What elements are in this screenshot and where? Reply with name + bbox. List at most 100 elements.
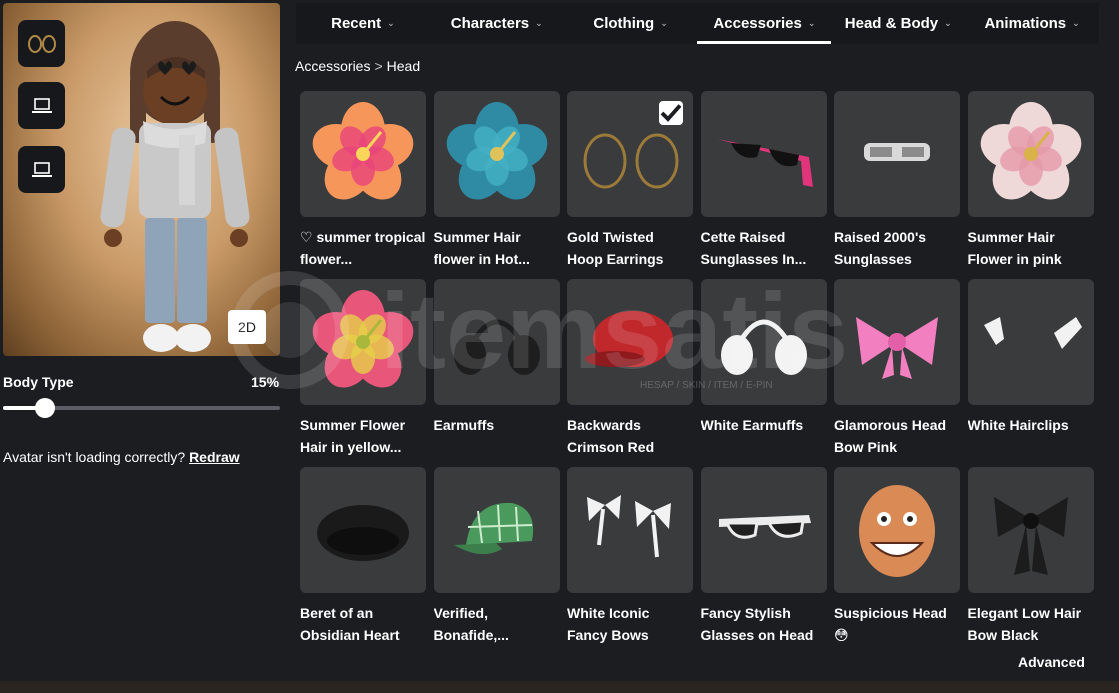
item-thumbnail[interactable]: [834, 279, 960, 405]
item-card[interactable]: Summer Flower Hair in yellow...: [300, 279, 426, 467]
item-name: Backwards Crimson Red: [567, 417, 655, 455]
item-name: Fancy Stylish Glasses on Head: [700, 605, 814, 643]
slider-thumb[interactable]: [34, 398, 55, 418]
item-name: Gold Twisted Hoop Earrings: [567, 229, 664, 267]
white-earmuffs-icon: [720, 319, 807, 375]
black-earmuffs-icon: [453, 319, 540, 375]
chevron-down-icon: ⌄: [387, 18, 395, 28]
item-name: White Hairclips: [967, 417, 1069, 433]
item-name: Summer Flower Hair in yellow...: [300, 417, 406, 455]
item-name: White Iconic Fancy Bows: [567, 605, 650, 643]
laptop-button-1[interactable]: [18, 82, 65, 129]
selected-check-icon[interactable]: [659, 101, 683, 125]
item-thumbnail[interactable]: [433, 467, 560, 593]
item-card[interactable]: Gold Twisted Hoop Earrings: [567, 91, 693, 279]
avatar-editor: 2D Body Type 15% Avatar isn't loading co…: [0, 0, 1119, 693]
item-name: Suspicious Head 😳: [834, 605, 947, 643]
item-card[interactable]: White Earmuffs: [700, 279, 827, 467]
item-name: Summer Hair Flower in pink: [967, 229, 1062, 267]
chevron-down-icon: ⌄: [660, 18, 668, 28]
redraw-link[interactable]: Redraw: [189, 449, 240, 465]
breadcrumb: Accessories > Head: [295, 58, 420, 74]
chevron-down-icon: ⌄: [535, 18, 543, 28]
toggle-2d-button[interactable]: 2D: [228, 310, 266, 344]
item-card[interactable]: Summer Hair flower in Hot...: [433, 91, 560, 279]
item-thumbnail[interactable]: [834, 467, 960, 593]
item-thumbnail[interactable]: [967, 91, 1094, 217]
laptop-icon: [31, 97, 52, 113]
item-thumbnail[interactable]: [567, 467, 693, 593]
item-name: Cette Raised Sunglasses In...: [700, 229, 807, 267]
breadcrumb-parent[interactable]: Accessories: [295, 58, 370, 74]
item-card[interactable]: Raised 2000's Sunglasses: [834, 91, 960, 279]
item-card[interactable]: Summer Hair Flower in pink: [967, 91, 1094, 279]
tab-recent[interactable]: Recent ⌄: [296, 3, 430, 44]
item-thumbnail[interactable]: [300, 279, 426, 405]
item-thumbnail[interactable]: [433, 91, 560, 217]
item-card[interactable]: Elegant Low Hair Bow Black: [967, 467, 1094, 655]
tab-label: Recent: [331, 15, 382, 32]
item-card[interactable]: Earmuffs: [433, 279, 560, 467]
item-card[interactable]: ♡ summer tropical flower...: [300, 91, 426, 279]
body-type-value: 15%: [251, 374, 280, 390]
chevron-down-icon: ⌄: [944, 18, 952, 28]
pink-bow-icon: [856, 317, 938, 379]
item-thumbnail[interactable]: [967, 467, 1094, 593]
blue-hibiscus-icon: [446, 102, 547, 200]
item-name: Beret of an Obsidian Heart: [300, 605, 400, 643]
item-thumbnail[interactable]: [300, 91, 426, 217]
body-type-label: Body Type: [3, 374, 74, 390]
item-thumbnail[interactable]: [834, 91, 960, 217]
hoop-earrings-icon: [27, 34, 56, 53]
black-beret-icon: [317, 505, 409, 561]
tab-label: Accessories: [713, 15, 802, 32]
tab-label: Animations: [984, 15, 1067, 32]
tab-label: Head & Body: [844, 15, 939, 32]
tab-clothing[interactable]: Clothing ⌄: [564, 3, 698, 44]
item-thumbnail[interactable]: [967, 279, 1094, 405]
silver-sunglasses-icon: [864, 143, 930, 161]
item-card[interactable]: Glamorous Head Bow Pink: [834, 279, 960, 467]
laptop-icon: [31, 161, 52, 177]
tab-animations[interactable]: Animations ⌄: [965, 3, 1099, 44]
item-thumbnail[interactable]: [700, 279, 827, 405]
item-card[interactable]: Backwards Crimson Red: [567, 279, 693, 467]
item-card[interactable]: Fancy Stylish Glasses on Head: [700, 467, 827, 655]
tab-accessories[interactable]: Accessories ⌄: [697, 3, 832, 44]
item-thumbnail[interactable]: [700, 467, 827, 593]
redraw-message: Avatar isn't loading correctly?: [3, 449, 186, 465]
item-thumbnail[interactable]: [300, 467, 426, 593]
black-bow-icon: [993, 497, 1068, 575]
item-thumbnail[interactable]: [567, 279, 693, 405]
item-name: Earmuffs: [433, 417, 495, 433]
pink-white-hibiscus-icon: [980, 102, 1081, 200]
item-card[interactable]: Beret of an Obsidian Heart: [300, 467, 426, 655]
grinning-head-icon: [859, 485, 935, 577]
green-plaid-cap-icon: [453, 502, 533, 555]
bottom-strip: [0, 681, 1119, 693]
item-card[interactable]: White Hairclips: [967, 279, 1094, 467]
laptop-button-2[interactable]: [18, 146, 65, 193]
item-name: ♡ summer tropical flower...: [300, 229, 426, 267]
item-thumbnail[interactable]: [567, 91, 693, 217]
item-card[interactable]: Verified, Bonafide,...: [433, 467, 560, 655]
redraw-row: Avatar isn't loading correctly? Redraw: [3, 449, 240, 465]
body-type-slider[interactable]: [3, 398, 280, 418]
tab-head-body[interactable]: Head & Body ⌄: [831, 3, 965, 44]
item-name: White Earmuffs: [700, 417, 804, 433]
avatar-preview[interactable]: 2D: [3, 3, 280, 356]
item-card[interactable]: Cette Raised Sunglasses In...: [700, 91, 827, 279]
hoop-earrings-button[interactable]: [18, 20, 65, 67]
item-name: Elegant Low Hair Bow Black: [967, 605, 1082, 643]
advanced-button[interactable]: Advanced: [1018, 654, 1085, 670]
item-thumbnail[interactable]: [700, 91, 827, 217]
item-thumbnail[interactable]: [433, 279, 560, 405]
breadcrumb-current: Head: [386, 58, 421, 74]
pink-hibiscus-icon: [312, 102, 414, 200]
white-hairclips-icon: [983, 317, 1082, 349]
yellow-pink-hibiscus-icon: [312, 290, 414, 388]
item-card[interactable]: White Iconic Fancy Bows: [567, 467, 693, 655]
tab-characters[interactable]: Characters ⌄: [430, 3, 564, 44]
item-name: Verified, Bonafide,...: [433, 605, 509, 643]
item-card[interactable]: Suspicious Head 😳: [834, 467, 960, 655]
